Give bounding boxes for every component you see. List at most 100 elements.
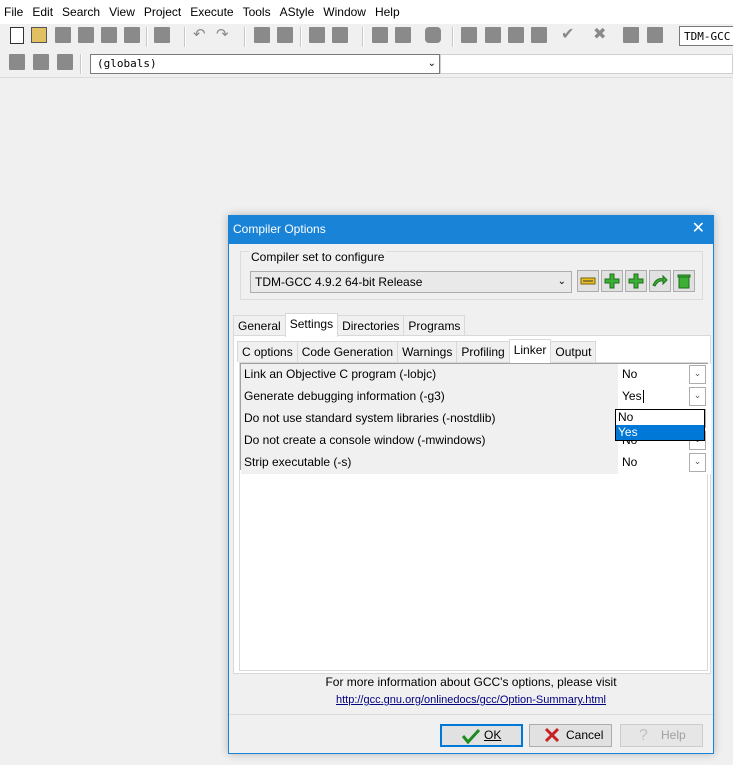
compiler-set-group: Compiler set to configure TDM-GCC 4.9.2 … [240,251,703,300]
menu-bar: File Edit Search View Project Execute To… [0,0,733,24]
compile-icon[interactable] [461,27,477,43]
chevron-down-icon[interactable]: ⌄ [689,365,706,384]
toggle-comment-icon[interactable] [425,27,441,43]
menu-file[interactable]: File [0,0,28,24]
add-compiler-folder-button[interactable] [625,270,647,292]
save-all-icon[interactable] [78,27,94,43]
compiler-options-dialog: Compiler Options ✕ Compiler set to confi… [228,215,714,754]
tab-directories[interactable]: Directories [337,315,405,336]
save-icon[interactable] [55,27,71,43]
rebuild-all-icon[interactable] [531,27,547,43]
info-text: For more information about GCC's options… [325,675,617,689]
option-label: Do not use standard system libraries (-n… [241,408,618,430]
option-row[interactable]: Link an Objective C program (-lobjc) No … [241,364,713,386]
new-file-icon[interactable] [10,27,24,44]
dropdown-option-yes[interactable]: Yes [616,425,704,440]
ok-button[interactable]: OK [440,724,523,747]
tab-general[interactable]: General [233,315,286,336]
option-label: Generate debugging information (-g3) [241,386,618,408]
autodetect-compiler-button[interactable] [649,270,671,292]
close-all-icon[interactable] [124,27,140,43]
unindent-icon[interactable] [395,27,411,43]
arrow-right-icon [652,274,668,287]
profile-icon[interactable] [647,27,663,43]
menu-search[interactable]: Search [58,0,105,24]
menu-execute[interactable]: Execute [186,0,238,24]
check-syntax-icon[interactable]: ✔ [561,27,577,43]
plus-icon [604,273,620,289]
compile-run-icon[interactable] [508,27,524,43]
tab-warnings[interactable]: Warnings [397,341,458,362]
compiler-set-value: TDM-GCC 4.9.2 64-bit Release [255,275,423,289]
tab-code-generation[interactable]: Code Generation [296,341,399,362]
option-row[interactable]: Strip executable (-s) No ⌄ [241,452,713,474]
compiler-set-combo[interactable]: TDM-GCC 4.9.2 64-bit Release ⌄ [250,271,572,293]
rename-compiler-button[interactable] [577,270,599,292]
find-icon[interactable] [254,27,270,43]
menu-view[interactable]: View [105,0,140,24]
undo-icon[interactable]: ↶ [193,27,209,43]
plus-icon [628,273,644,289]
help-button[interactable]: ? Help [620,724,703,747]
dialog-title-bar: Compiler Options ✕ [229,216,713,244]
sub-tab-strip: C options Code Generation Warnings Profi… [237,339,597,363]
help-label: Help [661,728,686,742]
menu-project[interactable]: Project [140,0,186,24]
main-toolbar: ↶ ↷ ✔ ✖ TDM-GCC 4.9.2 64-bit Release [0,24,733,50]
tab-profiling[interactable]: Profiling [456,341,510,362]
goto-declaration-icon[interactable] [9,54,25,70]
close-file-icon[interactable] [101,27,117,43]
add-compiler-button[interactable] [601,270,623,292]
menu-tools[interactable]: Tools [239,0,276,24]
class-toolbar: (globals) ⌄ [0,51,733,78]
chevron-down-icon[interactable]: ⌄ [689,387,706,406]
tab-programs[interactable]: Programs [403,315,466,336]
toolbar-separator [452,27,454,47]
tab-c-options[interactable]: C options [237,341,298,362]
toolbar-separator [80,54,82,74]
replace-icon[interactable] [277,27,293,43]
divider [229,714,713,715]
toolbar-separator [244,27,246,47]
chevron-down-icon: ⌄ [557,276,566,287]
delete-compiler-button[interactable] [673,270,695,292]
new-project-icon[interactable] [309,27,325,43]
ok-label: OK [484,728,502,742]
tab-output[interactable]: Output [550,341,597,362]
chevron-down-icon[interactable]: ⌄ [689,453,706,472]
scope-combo-value: (globals) [97,57,157,70]
indent-icon[interactable] [372,27,388,43]
tab-linker[interactable]: Linker [508,339,552,363]
option-row[interactable]: Generate debugging information (-g3) Yes… [241,386,713,408]
compiler-toolbar-combo[interactable]: TDM-GCC 4.9.2 64-bit Release [679,26,733,46]
stop-icon[interactable]: ✖ [593,27,609,43]
dropdown-option-no[interactable]: No [616,410,704,425]
menu-window[interactable]: Window [319,0,371,24]
cross-icon [544,727,560,750]
class-browser-icon[interactable] [57,54,73,70]
option-label: Link an Objective C program (-lobjc) [241,364,618,386]
member-combo[interactable] [440,54,733,74]
tab-settings[interactable]: Settings [284,313,339,337]
scope-combo[interactable]: (globals) ⌄ [90,54,440,74]
chevron-down-icon: ⌄ [427,58,436,69]
debug-icon[interactable] [623,27,639,43]
close-icon[interactable]: ✕ [692,219,705,239]
open-file-icon[interactable] [31,27,47,43]
gcc-options-link[interactable]: http://gcc.gnu.org/onlinedocs/gcc/Option… [229,693,713,707]
project-options-icon[interactable] [332,27,348,43]
cancel-button[interactable]: Cancel [529,724,612,747]
menu-astyle[interactable]: AStyle [276,0,320,24]
print-icon[interactable] [154,27,170,43]
redo-icon[interactable]: ↷ [216,27,232,43]
option-dropdown-list: No Yes [615,409,705,441]
menu-edit[interactable]: Edit [28,0,58,24]
option-label: Do not create a console window (-mwindow… [241,430,618,452]
goto-definition-icon[interactable] [33,54,49,70]
settings-pane: C options Code Generation Warnings Profi… [233,335,711,674]
compiler-set-label: Compiler set to configure [249,250,387,264]
dialog-title: Compiler Options [233,222,326,236]
menu-help[interactable]: Help [371,0,405,24]
run-icon[interactable] [485,27,501,43]
option-value-text: Yes [622,389,642,403]
